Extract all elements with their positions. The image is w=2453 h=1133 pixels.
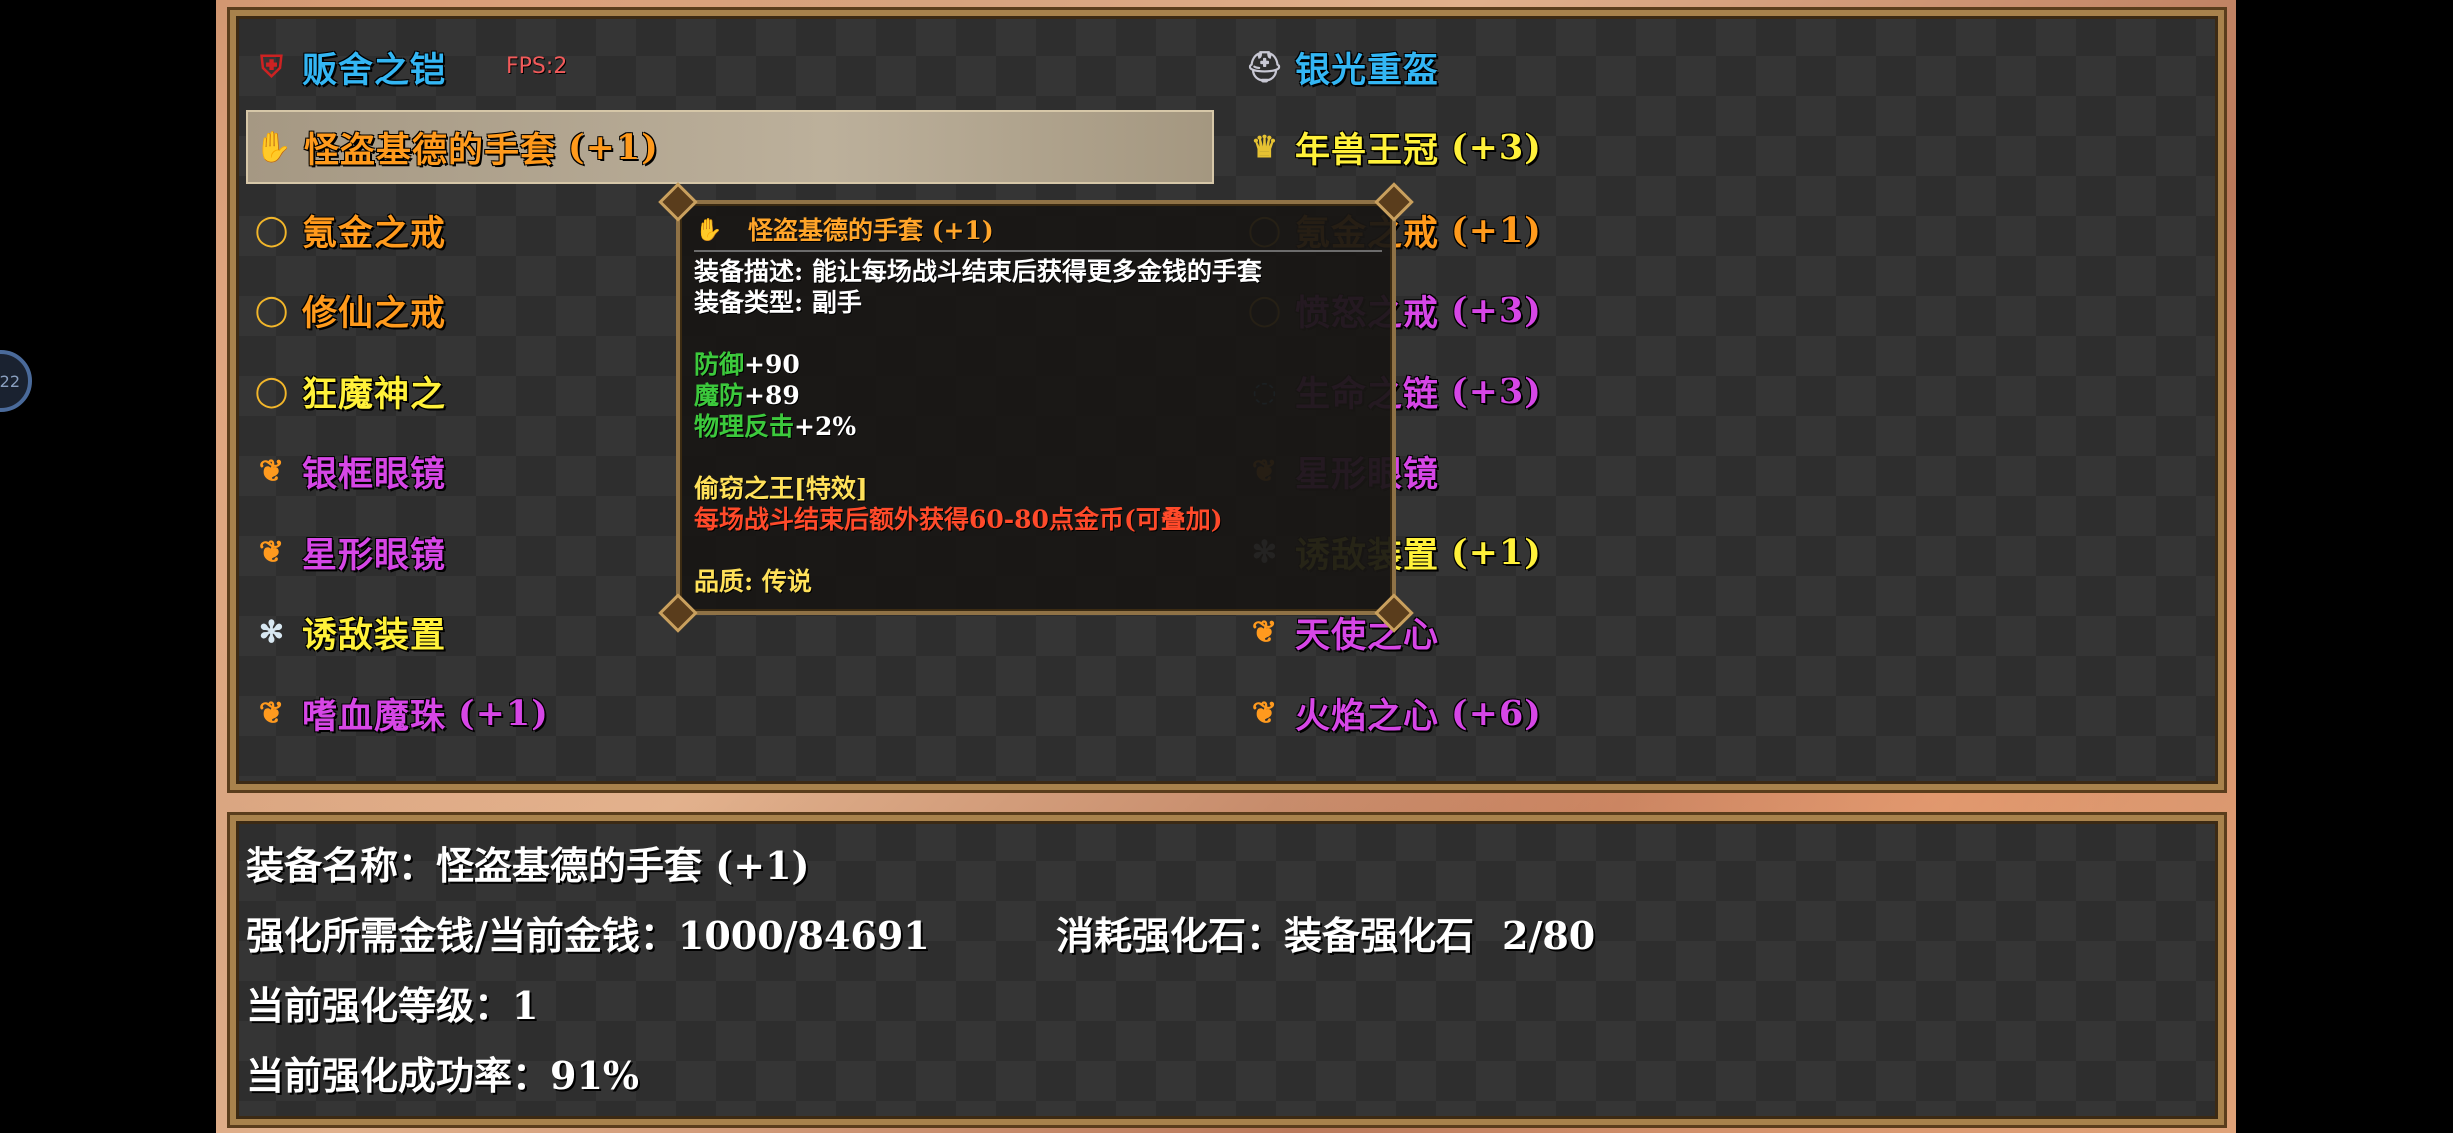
item-name: 银框眼镜 [302,453,447,495]
info-level-row: 当前强化等级：1 [246,975,538,1030]
snowflake-icon: ✻ [258,614,286,650]
item-name: 修仙之戒 [302,292,447,334]
item-name: 嗜血魔珠 [302,695,447,737]
info-name-label: 装备名称： [246,843,437,888]
equipment-item-right-0[interactable]: ⛑ 银光重盔 [1239,30,1939,104]
fps-label: FPS: [506,54,554,79]
ring-icon: ◯ [254,373,290,409]
flame-gem-icon: ❦ [1251,614,1279,650]
fps-value: 2 [553,54,568,79]
item-level: (+1) [568,126,659,168]
equipment-item-left-8[interactable]: ❦ 嗜血魔珠 (+1) [246,676,846,750]
item-level: (+1) [1451,209,1542,251]
item-name: 贩舍之铠 [302,49,447,91]
flame-gem-icon: ❦ [258,695,286,731]
info-rate-row: 当前强化成功率：91% [246,1045,639,1100]
equipment-item-right-1[interactable]: ♛ 年兽王冠 (+3) [1239,110,1939,184]
info-equipment-name: 装备名称：怪盗基德的手套 (+1) [246,835,810,890]
info-stone-value: 2/80 [1502,913,1596,958]
info-stone-row: 消耗强化石：装备强化石 2/80 [1056,905,1595,960]
flame-gem-icon: ❦ [258,534,286,570]
fps-counter: FPS:2 [506,54,567,79]
equipment-item-left-1-selected[interactable]: ✋ 怪盗基德的手套 (+1) [246,110,1214,184]
stat-label: 防御 [694,350,745,379]
item-name: 氪金之戒 [302,212,447,254]
ring-icon: ◯ [254,212,290,248]
glove-icon: ✋ [695,216,723,243]
item-level: (+1) [458,692,549,734]
stat-value: +2% [794,412,857,441]
flame-gem-icon: ❦ [258,453,286,489]
equipment-item-right-8[interactable]: ❦ 火焰之心 (+6) [1239,676,1939,750]
game-screen: ⛨ 贩舍之铠 ✋ 怪盗基德的手套 (+1) ◯ 氪金之戒 ◯ 修仙之戒 ◯ 狂魔… [216,0,2236,1133]
item-name: 火焰之心 [1295,695,1440,737]
info-cost-label: 强化所需金钱/当前金钱： [246,913,678,958]
info-rate-value: 91% [550,1053,640,1098]
item-level: (+6) [1451,692,1542,734]
item-level: (+3) [1451,126,1542,168]
tooltip-special-name: 偷窃之王[特效] [694,474,868,503]
stat-value: +90 [744,350,800,379]
item-name: 银光重盔 [1295,49,1440,91]
side-float-button[interactable]: 22 [0,350,32,412]
item-name: 年兽王冠 [1295,129,1440,171]
stat-label: 物理反击 [694,412,795,441]
tooltip-stat-counter: 物理反击+2% [694,411,1382,442]
item-level: (+3) [1451,289,1542,331]
tooltip-title: 怪盗基德的手套 (+1) [748,215,994,245]
item-name: 星形眼镜 [302,534,447,576]
stat-value: +89 [744,381,800,410]
item-name: 狂魔神之 [302,373,447,415]
tooltip-special-desc: 每场战斗结束后额外获得60-80点金币(可叠加) [694,505,1223,534]
stat-label: 魔防 [694,381,745,410]
tooltip-stat-magic-defense: 魔防+89 [694,380,1382,411]
item-level: (+3) [1451,370,1542,412]
item-name: 怪盗基德的手套 [304,129,557,171]
armor-icon: ⛨ [260,49,284,85]
crown-icon: ♛ [1251,129,1279,165]
info-cost-row: 强化所需金钱/当前金钱：1000/84691 [246,905,930,960]
tooltip-description: 装备描述: 能让每场战斗结束后获得更多金钱的手套 [694,257,1262,286]
item-tooltip: ✋ 怪盗基德的手套 (+1) 装备描述: 能让每场战斗结束后获得更多金钱的手套 … [658,182,1414,633]
glove-icon: ✋ [254,129,294,165]
info-level-label: 当前强化等级： [246,983,513,1028]
info-stone-label: 消耗强化石： [1056,913,1285,958]
tooltip-quality: 品质: 传说 [694,567,812,596]
info-level-value: 1 [512,983,539,1028]
info-cost-value: 1000/84691 [677,913,930,958]
tooltip-header: ✋ 怪盗基德的手套 (+1) [694,210,1382,252]
side-float-label: 22 [0,371,20,391]
info-rate-label: 当前强化成功率： [246,1053,551,1098]
info-name-value: 怪盗基德的手套 (+1) [436,843,810,888]
info-stone-name: 装备强化石 [1284,913,1475,958]
item-name: 诱敌装置 [302,614,447,656]
item-level: (+1) [1451,531,1542,573]
tooltip-type: 装备类型: 副手 [694,288,862,317]
ring-icon: ◯ [254,292,290,328]
flame-gem-icon: ❦ [1251,695,1279,731]
helmet-icon: ⛑ [1245,49,1285,85]
tooltip-stat-defense: 防御+90 [694,349,1382,380]
